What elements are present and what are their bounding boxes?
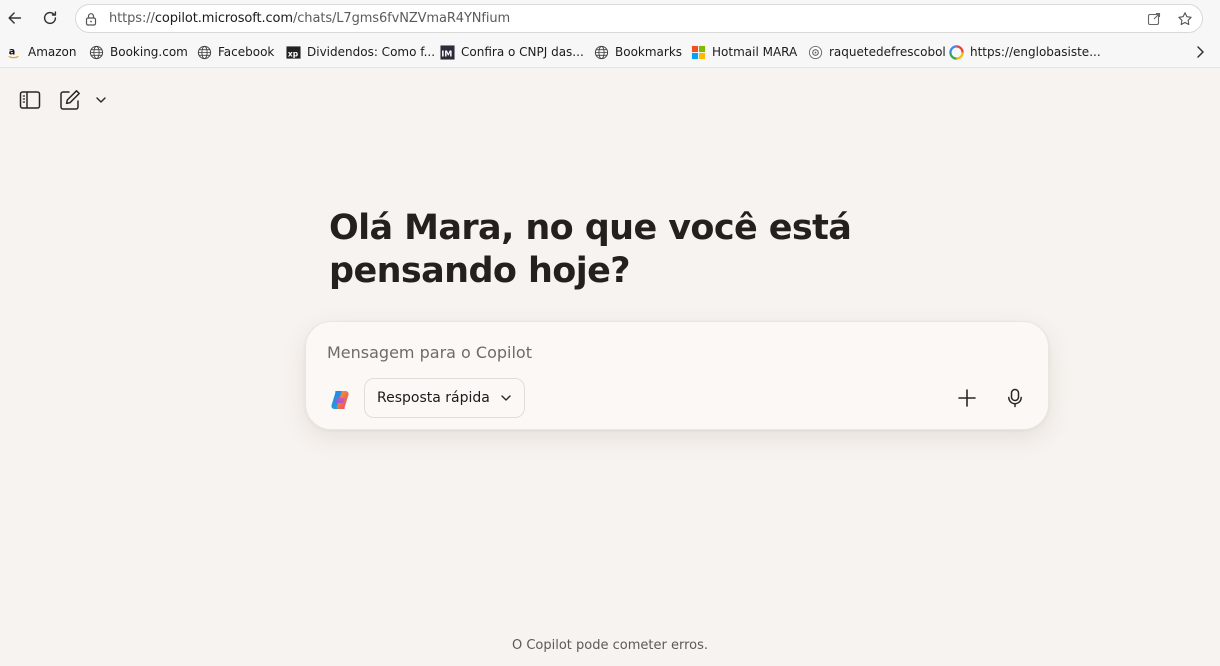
bookmark-label: Facebook xyxy=(218,45,275,59)
bookmark-label: raquetedefrescobol xyxy=(829,45,946,59)
globe-icon xyxy=(88,44,104,60)
add-attachment-button[interactable] xyxy=(949,380,985,416)
microsoft-icon xyxy=(690,44,706,60)
bookmarks-bar: a Amazon Booking.com Facebook xp Dividen… xyxy=(0,40,1220,64)
back-arrow-icon xyxy=(8,12,22,24)
new-chat-menu-button[interactable] xyxy=(89,87,113,113)
amazon-icon: a xyxy=(6,44,22,60)
chevron-down-icon xyxy=(500,392,512,404)
reload-icon xyxy=(43,11,57,25)
address-bar[interactable]: https://copilot.microsoft.com/chats/L7gm… xyxy=(75,4,1203,33)
bookmark-booking[interactable]: Booking.com xyxy=(88,43,188,61)
bookmark-amazon[interactable]: a Amazon xyxy=(6,43,77,61)
sidebar-icon xyxy=(19,91,41,109)
message-input[interactable] xyxy=(327,340,1007,364)
chevron-down-icon xyxy=(96,97,106,103)
bookmark-raquete[interactable]: raquetedefrescobol xyxy=(807,43,946,61)
url-text[interactable]: https://copilot.microsoft.com/chats/L7gm… xyxy=(109,11,510,26)
bookmark-label: Amazon xyxy=(28,45,77,59)
disclaimer-text: O Copilot pode cometer erros. xyxy=(511,638,708,653)
greeting-heading: Olá Mara, no que você está pensando hoje… xyxy=(329,208,852,291)
globe-icon xyxy=(196,44,212,60)
open-in-app-icon[interactable] xyxy=(1146,11,1162,27)
xp-icon: xp xyxy=(285,44,301,60)
copilot-logo-icon xyxy=(331,391,349,409)
bookmark-label: Confira o CNPJ das... xyxy=(461,45,584,59)
gear-badge-icon xyxy=(807,44,823,60)
chevron-right-icon[interactable] xyxy=(1193,44,1207,60)
microphone-icon xyxy=(1008,388,1022,408)
bookmark-dividendos[interactable]: xp Dividendos: Como f... xyxy=(285,43,435,61)
favorite-star-icon[interactable] xyxy=(1177,11,1193,27)
url-path: /chats/L7gms6fvNZVmaR4YNfium xyxy=(292,11,511,26)
bookmark-bookmarks[interactable]: Bookmarks xyxy=(593,43,682,61)
im-icon: IM xyxy=(439,44,455,60)
compose-icon xyxy=(60,90,80,110)
bookmark-hotmail[interactable]: Hotmail MARA xyxy=(690,43,797,61)
new-chat-button[interactable] xyxy=(57,87,83,113)
svg-text:IM: IM xyxy=(441,49,452,58)
toggle-sidebar-button[interactable] xyxy=(17,87,43,113)
colorful-ring-icon xyxy=(948,44,964,60)
response-mode-dropdown[interactable]: Resposta rápida xyxy=(364,378,525,418)
bookmark-label: Hotmail MARA xyxy=(712,45,798,59)
back-button[interactable] xyxy=(3,6,27,30)
svg-text:a: a xyxy=(9,47,16,58)
globe-icon xyxy=(593,44,609,60)
svg-text:xp: xp xyxy=(287,49,298,58)
response-mode-label: Resposta rápida xyxy=(377,390,490,406)
bookmark-label: Bookmarks xyxy=(615,45,683,59)
bookmark-label: Booking.com xyxy=(110,45,188,59)
reload-button[interactable] xyxy=(38,6,62,30)
bookmark-englobasiste[interactable]: https://englobasiste... xyxy=(948,43,1101,61)
voice-input-button[interactable] xyxy=(997,380,1033,416)
bookmark-facebook[interactable]: Facebook xyxy=(196,43,274,61)
copilot-app: Olá Mara, no que você está pensando hoje… xyxy=(0,69,1220,666)
bookmark-cnpj[interactable]: IM Confira o CNPJ das... xyxy=(439,43,584,61)
url-scheme: https:// xyxy=(109,11,155,26)
url-host: copilot.microsoft.com xyxy=(154,11,293,26)
bookmark-label: https://englobasiste... xyxy=(970,45,1101,59)
bookmark-label: Dividendos: Como f... xyxy=(307,45,436,59)
message-composer: Resposta rápida xyxy=(305,321,1049,430)
lock-icon[interactable] xyxy=(83,11,99,27)
plus-icon xyxy=(958,389,976,407)
browser-toolbar: https://copilot.microsoft.com/chats/L7gm… xyxy=(0,0,1220,68)
